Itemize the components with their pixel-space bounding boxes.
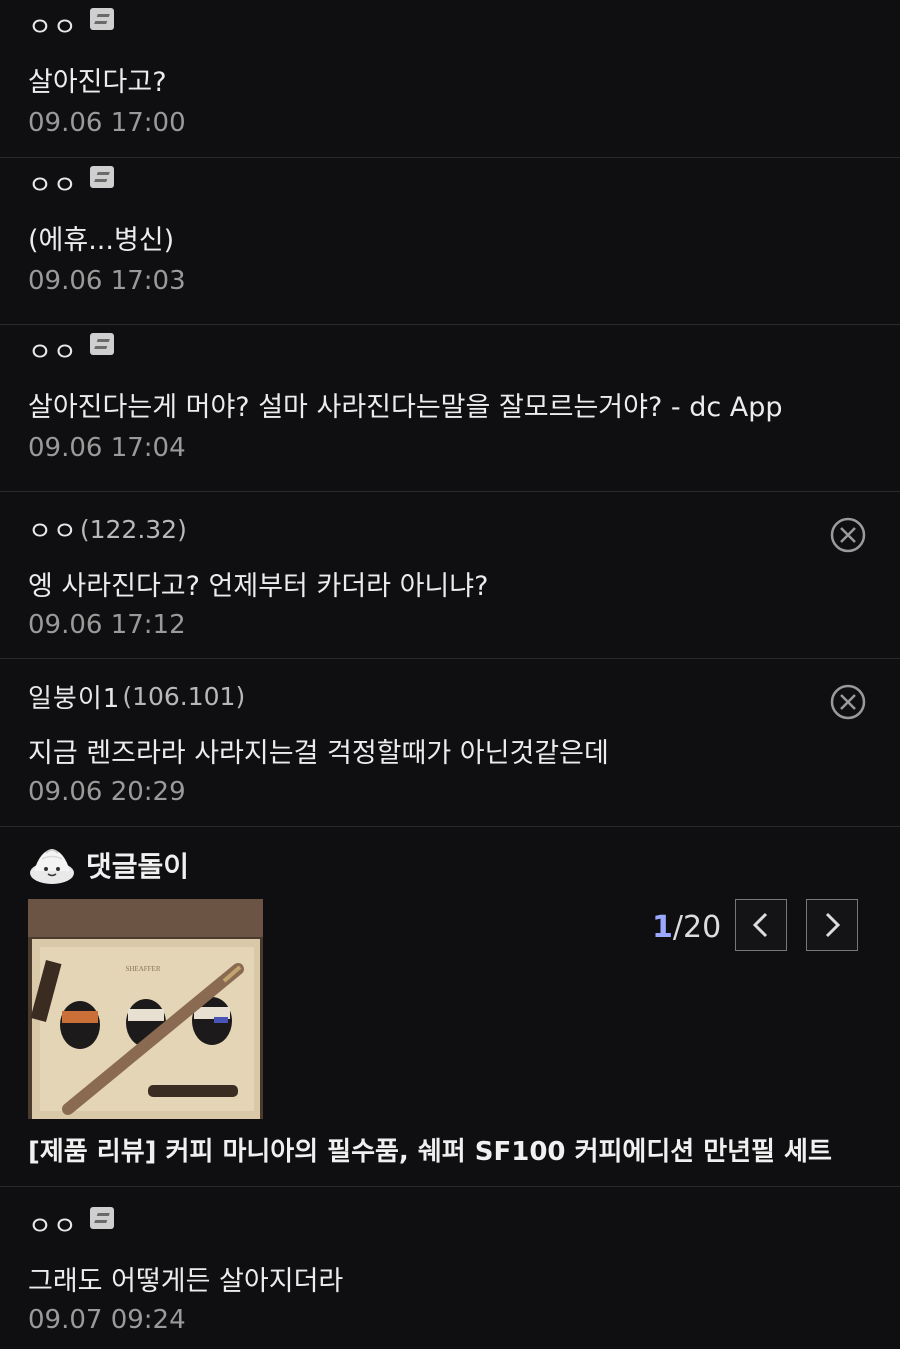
next-button[interactable] [806,899,858,951]
nickname[interactable]: ㅇㅇ [28,1206,78,1243]
comment-text: 지금 렌즈라라 사라지는걸 걱정할때가 아닌것같은데 [28,738,609,769]
comment-author[interactable]: ㅇㅇ [28,1207,114,1242]
nickname[interactable]: ㅇㅇ [28,511,78,548]
chevron-right-icon [825,912,841,938]
comment-text: 엥 사라진다고? 언제부터 카더라 아니냐? [28,571,489,602]
comment-item: ㅇㅇ 살아진다는게 머야? 설마 사라진다는말을 잘모르는거야? - dc Ap… [0,325,900,492]
comment-time: 09.06 17:00 [28,108,186,138]
comment-time: 09.07 09:24 [28,1305,186,1335]
comment-item: 일붕이1 (106.101) 지금 렌즈라라 사라지는걸 걱정할때가 아닌것같은… [0,659,900,827]
nickname[interactable]: ㅇㅇ [28,7,78,44]
delete-icon[interactable] [830,517,866,553]
comment-text: 살아진다고? [28,67,167,98]
comment-item: ㅇㅇ (에휴...병신) 09.06 17:03 [0,158,900,325]
ad-title: 댓글돌이 [86,850,190,883]
nickname[interactable]: 일붕이1 [28,678,120,715]
ad-thumbnail-image: SHEAFFER [28,899,263,1119]
dumpling-mascot-icon [30,849,74,884]
comment-author[interactable]: ㅇㅇ (122.32) [28,514,187,547]
comment-author[interactable]: ㅇㅇ [28,8,114,43]
comment-author[interactable]: ㅇㅇ [28,333,114,368]
chevron-left-icon [752,912,768,938]
pager-total: /20 [672,909,722,945]
comment-item: ㅇㅇ 살아진다고? 09.06 17:00 [0,0,900,158]
ad-caption-link[interactable]: [제품 리뷰] 커피 마니아의 필수품, 쉐퍼 SF100 커피에디션 만년필 … [28,1131,832,1168]
comment-text: 그래도 어떻게든 살아지더라 [28,1266,344,1297]
ad-header: 댓글돌이 [28,845,189,885]
comment-item: ㅇㅇ (122.32) 엥 사라진다고? 언제부터 카더라 아니냐? 09.06… [0,492,900,659]
delete-icon[interactable] [830,684,866,720]
dc-app-icon [89,1207,114,1229]
prev-button[interactable] [735,899,787,951]
comment-time: 09.06 17:03 [28,266,186,296]
dc-app-icon [89,8,114,30]
dc-app-icon [89,166,114,188]
comment-text: 살아진다는게 머야? 설마 사라진다는말을 잘모르는거야? - dc App [28,392,783,423]
pager-current: 1 [652,909,673,945]
comment-author[interactable]: 일붕이1 (106.101) [28,681,246,714]
dc-app-icon [89,333,114,355]
ip-address: (122.32) [79,514,187,544]
thumb-brand: SHEAFFER [125,965,160,973]
comment-time: 09.06 17:12 [28,610,186,640]
comment-item: ㅇㅇ 그래도 어떻게든 살아지더라 09.07 09:24 [0,1187,900,1349]
ip-address: (106.101) [122,681,246,711]
comment-text: (에휴...병신) [28,225,175,256]
ad-pager: 1 /20 [652,899,721,955]
nickname[interactable]: ㅇㅇ [28,332,78,369]
comment-time: 09.06 20:29 [28,777,186,807]
ad-thumbnail[interactable]: SHEAFFER [28,899,263,1119]
comment-author[interactable]: ㅇㅇ [28,166,114,201]
nickname[interactable]: ㅇㅇ [28,165,78,202]
comment-bot-ad: 댓글돌이 SHEAFFER 1 /20 [제품 리뷰] 커피 마니아의 필수품,… [0,827,900,1187]
comment-time: 09.06 17:04 [28,433,186,463]
